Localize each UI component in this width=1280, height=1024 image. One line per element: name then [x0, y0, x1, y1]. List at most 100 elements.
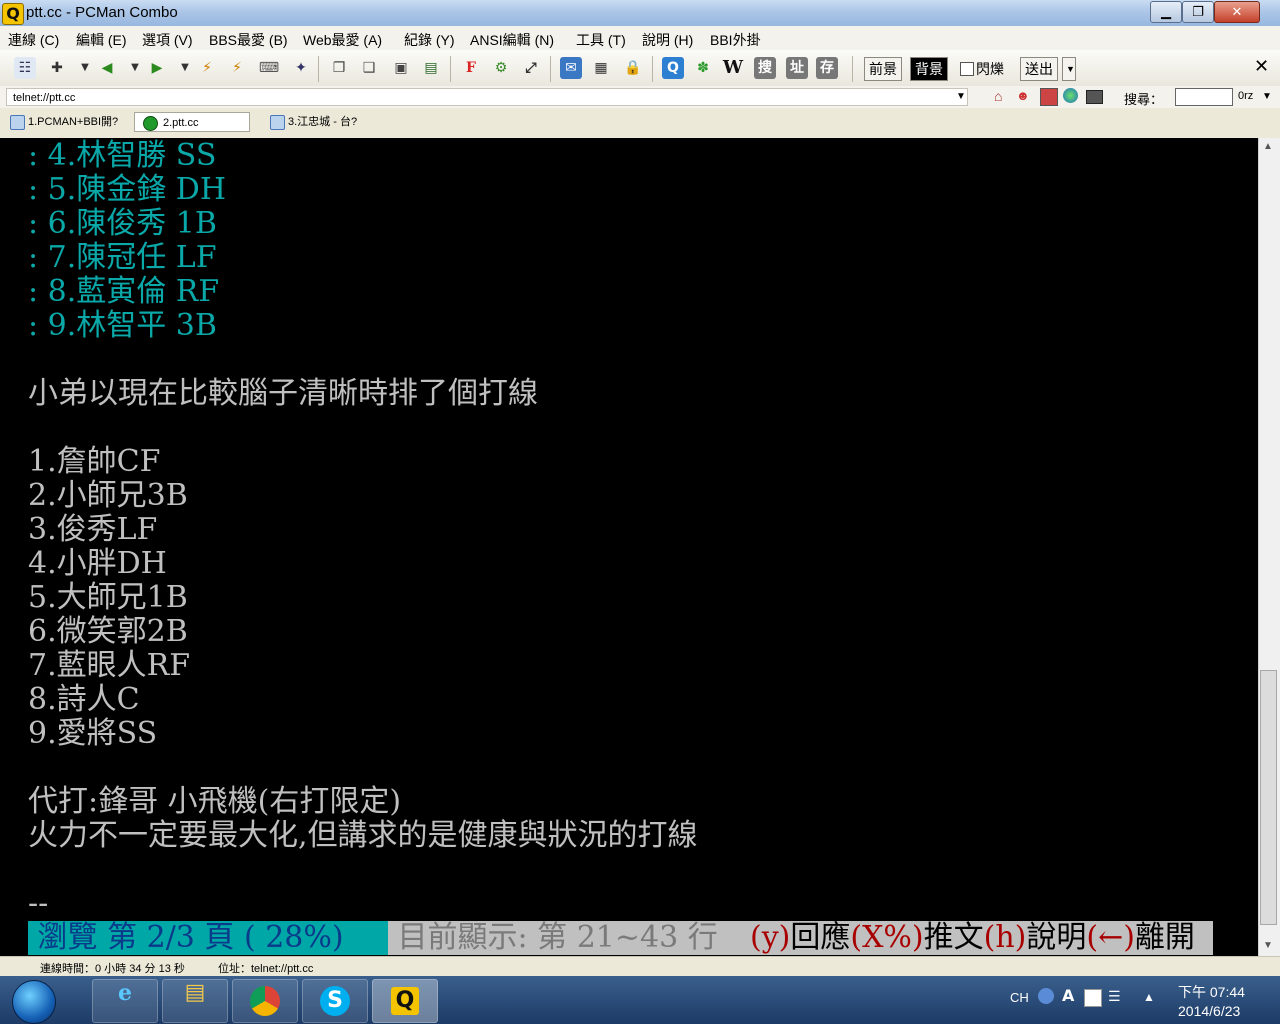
send-button[interactable]: 送出 [1020, 57, 1058, 81]
lineup-line: 2.小師兄3B [28, 478, 188, 513]
menu-connect[interactable]: 連線 (C) [8, 30, 59, 50]
paste-icon[interactable]: ❑ [358, 57, 380, 79]
help-key[interactable]: (h) [984, 920, 1027, 955]
send-dropdown-icon[interactable]: ▼ [1062, 57, 1076, 81]
language-indicator[interactable]: CH [1010, 990, 1029, 1005]
orz-dropdown-icon[interactable]: ▼ [1262, 91, 1272, 102]
scroll-up-arrow-icon[interactable]: ▲ [1263, 141, 1273, 152]
internet-explorer-icon[interactable]: e [92, 979, 158, 1023]
pcman-app-icon[interactable]: Q [2, 3, 24, 25]
preview-icon[interactable]: ▤ [420, 57, 442, 79]
globe-icon[interactable] [1063, 88, 1078, 103]
search-input[interactable] [1175, 88, 1233, 106]
email-icon[interactable]: ✉ [560, 57, 582, 79]
web-page-icon [10, 115, 25, 130]
show-hidden-icons-icon[interactable]: ▲ [1143, 990, 1155, 1004]
toolbar-separator [852, 56, 853, 82]
menu-options[interactable]: 選項 (V) [142, 30, 193, 50]
leave-key[interactable]: (←) [1086, 920, 1135, 955]
menu-bbs-favorites[interactable]: BBS最愛 (B) [209, 30, 288, 50]
search-button[interactable]: 搜 [754, 57, 776, 79]
lineup-line: 1.詹帥CF [28, 444, 161, 479]
mask-icon[interactable]: ☻ [1016, 88, 1030, 103]
menu-bar: 連線 (C) 編輯 (E) 選項 (V) BBS最愛 (B) Web最愛 (A)… [0, 26, 1280, 51]
maximize-button[interactable]: ❐ [1182, 1, 1214, 23]
toolbar-separator [550, 56, 551, 82]
clock-time[interactable]: 下午 07:44 [1178, 982, 1245, 1002]
new-connection-dropdown-icon[interactable]: ▼ [74, 57, 96, 79]
signature-separator: -- [28, 886, 49, 921]
scroll-down-arrow-icon[interactable]: ▼ [1263, 940, 1273, 951]
menu-edit[interactable]: 編輯 (E) [76, 30, 127, 50]
lock-icon[interactable]: 🔒 [622, 57, 644, 79]
forward-arrow-icon[interactable]: ▶ [146, 57, 168, 79]
ime-icon[interactable] [1038, 988, 1054, 1004]
post-text: 代打:鋒哥 小飛機(右打限定) [28, 784, 402, 819]
menu-tools[interactable]: 工具 (T) [576, 30, 626, 50]
quoted-line: : 8.藍寅倫 RF [28, 274, 220, 309]
address-input[interactable]: telnet://ptt.cc [6, 88, 968, 106]
blink-checkbox[interactable] [960, 62, 974, 76]
leave-label: 離開 [1134, 920, 1195, 955]
new-connection-icon[interactable]: ✚ [46, 57, 68, 79]
close-toolbar-icon[interactable]: ✕ [1254, 56, 1269, 77]
menu-help[interactable]: 說明 (H) [642, 30, 693, 50]
foreground-button[interactable]: 前景 [864, 57, 902, 81]
tab-ptt[interactable]: 2.ptt.cc [134, 112, 250, 132]
disconnect-icon[interactable]: ⚡ [196, 57, 218, 79]
address-dropdown-icon[interactable]: ▼ [956, 91, 966, 102]
pcman-icon[interactable]: Q [662, 57, 684, 79]
minimize-button[interactable]: ▁ [1150, 1, 1182, 23]
push-key[interactable]: (X%) [850, 920, 923, 955]
ime-menu-icon[interactable]: ☰ [1108, 988, 1121, 1005]
font-icon[interactable]: F [460, 57, 482, 79]
lineup-line: 6.微笑郭2B [28, 614, 188, 649]
lineup-line: 3.俊秀LF [28, 512, 158, 547]
copy-icon[interactable]: ❐ [328, 57, 350, 79]
half-width-icon[interactable] [1084, 989, 1102, 1007]
reply-key[interactable]: (y) [750, 920, 790, 955]
settings-gear-icon[interactable]: ⚙ [490, 57, 512, 79]
tab-jiang[interactable]: 3.江忠城 - 台? [268, 112, 386, 132]
menu-log[interactable]: 紀錄 (Y) [404, 30, 455, 50]
save-button[interactable]: 存 [816, 57, 838, 79]
lineup-line: 7.藍眼人RF [28, 648, 191, 683]
flower-icon[interactable]: ✽ [692, 57, 714, 79]
file-explorer-icon[interactable]: ▤ [162, 979, 228, 1023]
start-button-icon[interactable] [12, 980, 56, 1024]
font-mode-icon[interactable]: A [1062, 986, 1074, 1005]
quoted-line: : 5.陳金鋒 DH [28, 172, 227, 207]
clock-date[interactable]: 2014/6/23 [1178, 1003, 1240, 1019]
forward-dropdown-icon[interactable]: ▼ [174, 57, 196, 79]
background-button[interactable]: 背景 [910, 57, 948, 81]
copy-ansi-icon[interactable]: ▣ [390, 57, 412, 79]
blink-label: 閃爍 [976, 61, 1004, 77]
menu-web-favorites[interactable]: Web最愛 (A) [303, 30, 382, 50]
quoted-line: : 6.陳俊秀 1B [28, 206, 217, 241]
toolbar-separator [318, 56, 319, 82]
keyboard-icon[interactable]: ⌨ [258, 57, 280, 79]
chrome-icon[interactable] [232, 979, 298, 1023]
skype-icon[interactable]: S [302, 979, 368, 1023]
home-icon[interactable]: ⌂ [994, 88, 1002, 104]
scroll-thumb[interactable] [1260, 670, 1277, 925]
screen-icon[interactable] [1086, 90, 1103, 104]
back-arrow-icon[interactable]: ◀ [96, 57, 118, 79]
menu-ansi-edit[interactable]: ANSI編輯 (N) [470, 30, 554, 50]
address-button[interactable]: 址 [786, 57, 808, 79]
ansi-color-icon[interactable]: ▦ [590, 57, 612, 79]
reconnect-icon[interactable]: ⚡ [226, 57, 248, 79]
menu-bbi-plugin[interactable]: BBI外掛 [710, 30, 761, 50]
fullscreen-icon[interactable]: ⤢ [520, 57, 542, 79]
toolbar-separator [652, 56, 653, 82]
pcman-taskbar-icon[interactable]: Q [372, 979, 438, 1023]
quoted-line: : 9.林智平 3B [28, 308, 217, 343]
tab-pcman-bbi[interactable]: 1.PCMAN+BBI開? [8, 112, 126, 132]
back-dropdown-icon[interactable]: ▼ [124, 57, 146, 79]
wikipedia-icon[interactable]: W [722, 57, 744, 79]
close-window-button[interactable]: ✕ [1214, 1, 1260, 23]
title-bar [0, 0, 1280, 26]
block-icon[interactable] [1040, 88, 1058, 106]
site-list-icon[interactable]: ☷ [14, 57, 36, 79]
pin-icon[interactable]: ✦ [290, 57, 312, 79]
